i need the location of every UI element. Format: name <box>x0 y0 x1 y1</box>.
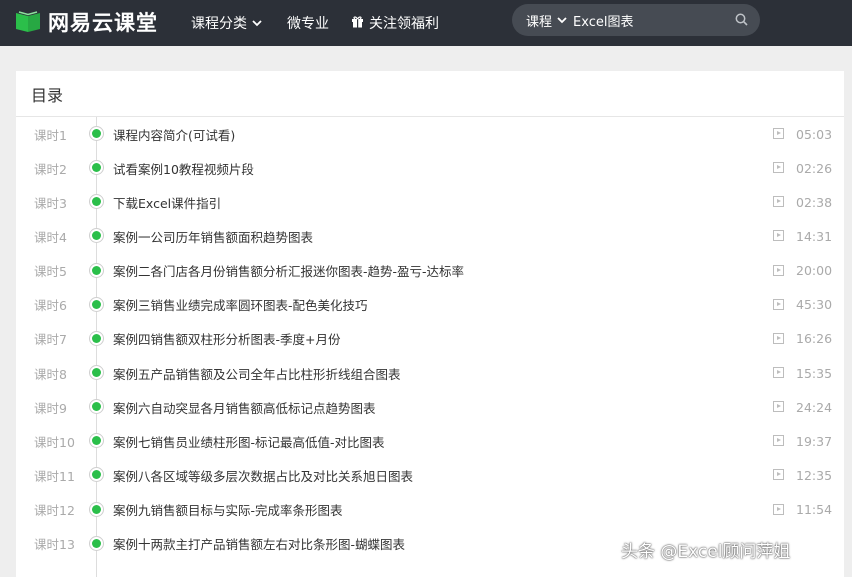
video-play-icon[interactable] <box>773 298 784 310</box>
progress-dot-icon <box>89 330 104 346</box>
lesson-row[interactable]: 课时6 案例三销售业绩完成率圆环图表-配色美化技巧 45:30 <box>16 288 844 322</box>
progress-dot-icon <box>89 467 104 483</box>
lesson-index: 课时13 <box>34 537 75 553</box>
chevron-down-icon <box>252 15 262 31</box>
lesson-index: 课时6 <box>34 298 67 314</box>
lesson-row[interactable]: 课时12 案例九销售额目标与实际-完成率条形图表 11:54 <box>16 493 844 527</box>
lesson-duration: 02:26 <box>796 160 833 176</box>
lesson-duration: 12:35 <box>796 467 833 483</box>
progress-dot-icon <box>89 535 104 551</box>
lesson-title[interactable]: 案例八各区域等级多层次数据占比及对比关系旭日图表 <box>113 466 413 485</box>
lesson-row[interactable]: 课时4 案例一公司历年销售额面积趋势图表 14:31 <box>16 219 844 253</box>
lesson-title[interactable]: 案例四销售额双柱形分析图表-季度+月份 <box>113 329 341 348</box>
search-input[interactable] <box>573 12 724 28</box>
video-play-icon[interactable] <box>773 435 784 447</box>
lesson-title[interactable]: 案例七销售员业绩柱形图-标记最高低值-对比图表 <box>113 432 385 451</box>
catalog-title: 目录 <box>31 85 64 105</box>
progress-dot-icon <box>89 433 104 449</box>
progress-dot-icon <box>89 296 104 312</box>
lesson-duration: 45:30 <box>796 297 833 313</box>
lesson-duration: 02:38 <box>796 194 833 210</box>
lesson-row[interactable]: 课时1 课程内容简介(可试看) 05:03 <box>16 117 844 151</box>
lesson-row[interactable]: 课时10 案例七销售员业绩柱形图-标记最高低值-对比图表 19:37 <box>16 424 844 458</box>
lesson-index: 课时2 <box>34 161 67 177</box>
lesson-row[interactable]: 课时3 下载Excel课件指引 02:38 <box>16 185 844 219</box>
progress-dot-icon <box>89 194 104 210</box>
lesson-duration: 19:37 <box>796 433 833 449</box>
lesson-title[interactable]: 案例十两款主打产品销售额左右对比条形图-蝴蝶图表 <box>113 534 405 553</box>
lesson-row[interactable]: 课时8 案例五产品销售额及公司全年占比柱形折线组合图表 15:35 <box>16 356 844 390</box>
lesson-duration: 15:35 <box>796 365 833 381</box>
nav-micro-major[interactable]: 微专业 <box>287 0 329 46</box>
video-play-icon[interactable] <box>773 401 784 413</box>
nav-follow-welfare[interactable]: 关注领福利 <box>351 0 439 46</box>
lesson-title[interactable]: 案例六自动突显各月销售额高低标记点趋势图表 <box>113 398 376 417</box>
nav-micro-major-label: 微专业 <box>287 16 329 32</box>
lesson-duration: 14:31 <box>796 228 833 244</box>
lesson-title[interactable]: 案例三销售业绩完成率圆环图表-配色美化技巧 <box>113 295 368 314</box>
lesson-index: 课时7 <box>34 332 67 348</box>
progress-dot-icon <box>89 228 104 244</box>
lesson-index: 课时4 <box>34 229 67 245</box>
lesson-index: 课时3 <box>34 195 67 211</box>
lesson-row[interactable]: 课时7 案例四销售额双柱形分析图表-季度+月份 16:26 <box>16 322 844 356</box>
lesson-index: 课时12 <box>34 503 75 519</box>
lesson-duration: 16:26 <box>796 331 833 347</box>
logo-text: 网易云课堂 <box>48 11 158 35</box>
lesson-row[interactable]: 课时5 案例二各门店各月份销售额分析汇报迷你图表-趋势-盈亏-达标率 20:00 <box>16 254 844 288</box>
video-play-icon[interactable] <box>773 196 784 208</box>
progress-dot-icon <box>89 126 104 141</box>
progress-dot-icon <box>89 262 104 278</box>
lesson-row[interactable]: 课时11 案例八各区域等级多层次数据占比及对比关系旭日图表 12:35 <box>16 458 844 492</box>
site-logo[interactable]: 网易云课堂 <box>14 8 158 36</box>
logo-book-icon <box>14 10 42 34</box>
nav-course-category-label: 课程分类 <box>191 16 247 32</box>
lesson-list: 课时1 课程内容简介(可试看) 05:03 课时2 试看案例10教程视频片段 02:26 课… <box>16 117 844 561</box>
lesson-index: 课时11 <box>34 468 75 484</box>
catalog-header: 目录 <box>16 71 844 117</box>
lesson-duration: 24:24 <box>796 399 833 415</box>
nav-follow-welfare-label: 关注领福利 <box>369 16 439 32</box>
nav-course-category[interactable]: 课程分类 <box>191 0 262 46</box>
lesson-index: 课时1 <box>34 127 67 143</box>
top-navigation-bar: 网易云课堂 课程分类 微专业 关注领福利 课程 <box>0 0 852 46</box>
lesson-title[interactable]: 案例九销售额目标与实际-完成率条形图表 <box>113 500 343 519</box>
gift-icon <box>351 15 364 32</box>
lesson-duration: 05:03 <box>796 126 833 142</box>
catalog-panel: 目录 课时1 课程内容简介(可试看) 05:03 课时2 试看案例10教程视频片段 02:… <box>16 71 844 577</box>
progress-dot-icon <box>89 399 104 415</box>
lesson-row[interactable]: 课时9 案例六自动突显各月销售额高低标记点趋势图表 24:24 <box>16 390 844 424</box>
video-play-icon[interactable] <box>773 503 784 515</box>
progress-dot-icon <box>89 501 104 517</box>
lesson-duration: 20:00 <box>796 263 833 279</box>
lesson-index: 课时9 <box>34 400 67 416</box>
lesson-title[interactable]: 案例二各门店各月份销售额分析汇报迷你图表-趋势-盈亏-达标率 <box>113 261 464 280</box>
lesson-title[interactable]: 课程内容简介(可试看) <box>113 125 235 144</box>
progress-dot-icon <box>89 160 104 176</box>
lesson-index: 课时8 <box>34 366 67 382</box>
lesson-row[interactable]: 课时2 试看案例10教程视频片段 02:26 <box>16 151 844 185</box>
search-icon[interactable] <box>735 13 748 30</box>
lesson-title[interactable]: 案例五产品销售额及公司全年占比柱形折线组合图表 <box>113 364 401 383</box>
video-play-icon[interactable] <box>773 469 784 481</box>
chevron-down-icon <box>557 13 567 28</box>
lesson-title[interactable]: 下载Excel课件指引 <box>113 193 221 212</box>
search-type-label: 课程 <box>526 14 553 30</box>
lesson-title[interactable]: 试看案例10教程视频片段 <box>113 159 254 178</box>
video-play-icon[interactable] <box>773 264 784 276</box>
video-play-icon[interactable] <box>773 162 784 174</box>
lesson-index: 课时10 <box>34 434 75 450</box>
search-type-dropdown[interactable]: 课程 <box>526 11 567 30</box>
lesson-title[interactable]: 案例一公司历年销售额面积趋势图表 <box>113 227 313 246</box>
lesson-duration: 11:54 <box>796 502 833 518</box>
lesson-index: 课时5 <box>34 264 67 280</box>
search-bar: 课程 <box>512 4 760 36</box>
watermark: 头条 @Excel顾问萍姐 <box>621 542 791 562</box>
video-play-icon[interactable] <box>773 230 784 242</box>
video-play-icon[interactable] <box>773 332 784 344</box>
progress-dot-icon <box>89 364 104 380</box>
video-play-icon[interactable] <box>773 366 784 378</box>
video-play-icon[interactable] <box>773 128 784 139</box>
